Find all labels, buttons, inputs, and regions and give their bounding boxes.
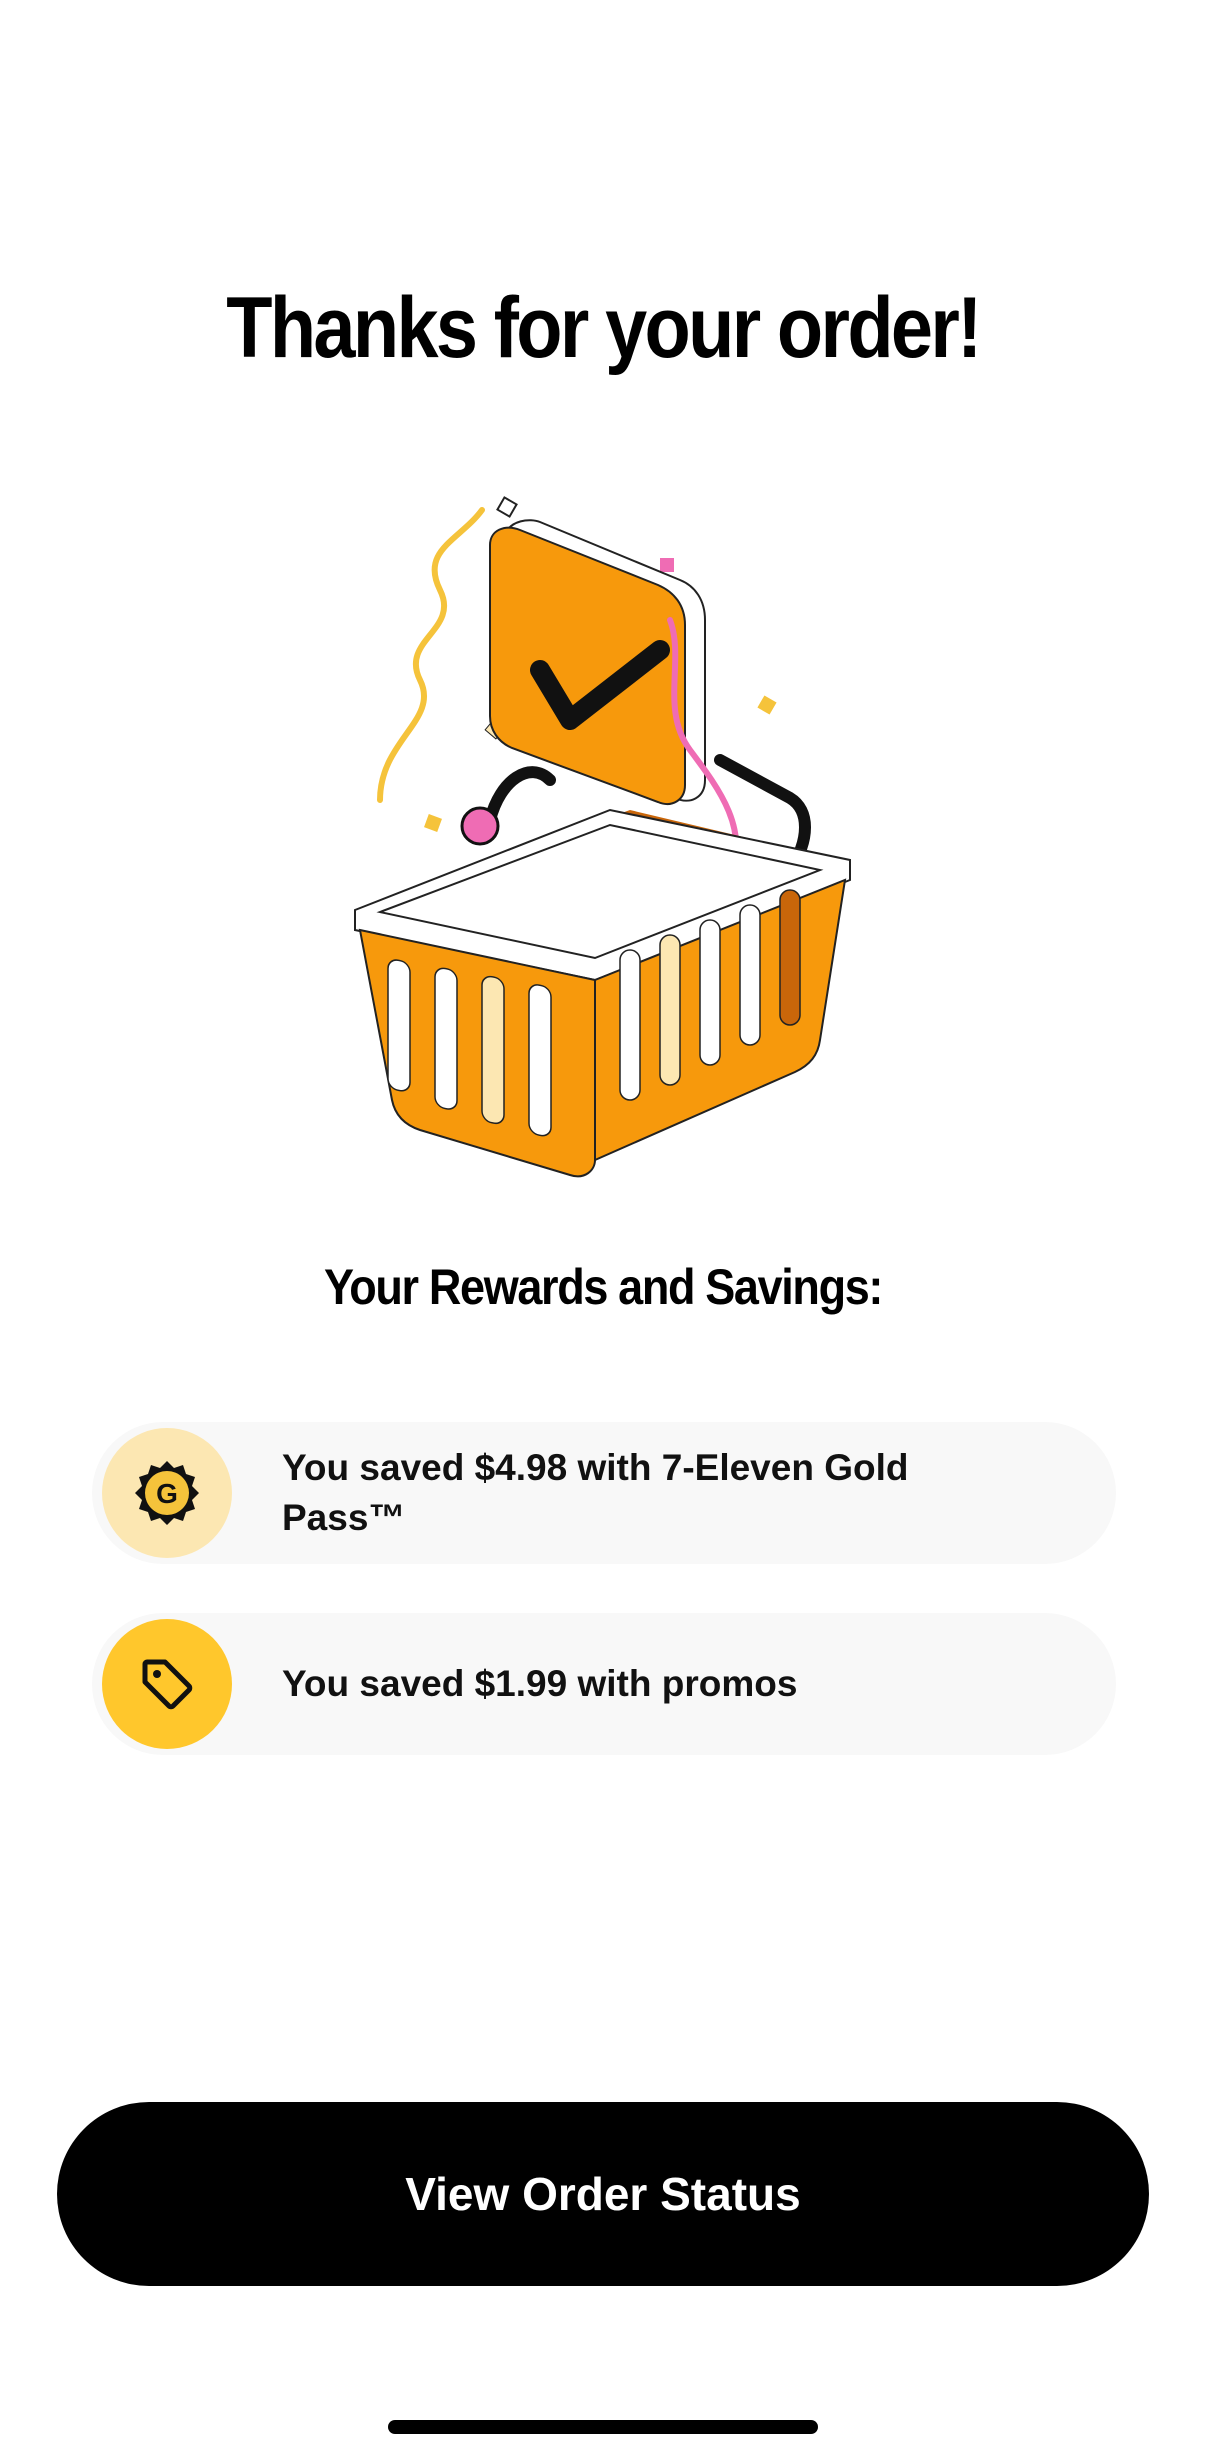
- page-title: Thanks for your order!: [226, 280, 982, 376]
- svg-text:G: G: [156, 1478, 178, 1509]
- basket-checkmark-illustration: [340, 480, 880, 1180]
- promo-savings-card: You saved $1.99 with promos: [92, 1613, 1116, 1755]
- tag-icon: [102, 1619, 232, 1749]
- rewards-heading: Your Rewards and Savings:: [323, 1259, 883, 1315]
- view-order-status-button[interactable]: View Order Status: [57, 2102, 1149, 2286]
- gold-pass-savings-card: G You saved $4.98 with 7-Eleven Gold Pas…: [92, 1422, 1116, 1564]
- home-indicator: [388, 2420, 818, 2434]
- promo-savings-text: You saved $1.99 with promos: [282, 1663, 798, 1704]
- gold-pass-badge-icon: G: [102, 1428, 232, 1558]
- gold-pass-savings-text: You saved $4.98 with 7-Eleven Gold Pass™: [282, 1447, 909, 1538]
